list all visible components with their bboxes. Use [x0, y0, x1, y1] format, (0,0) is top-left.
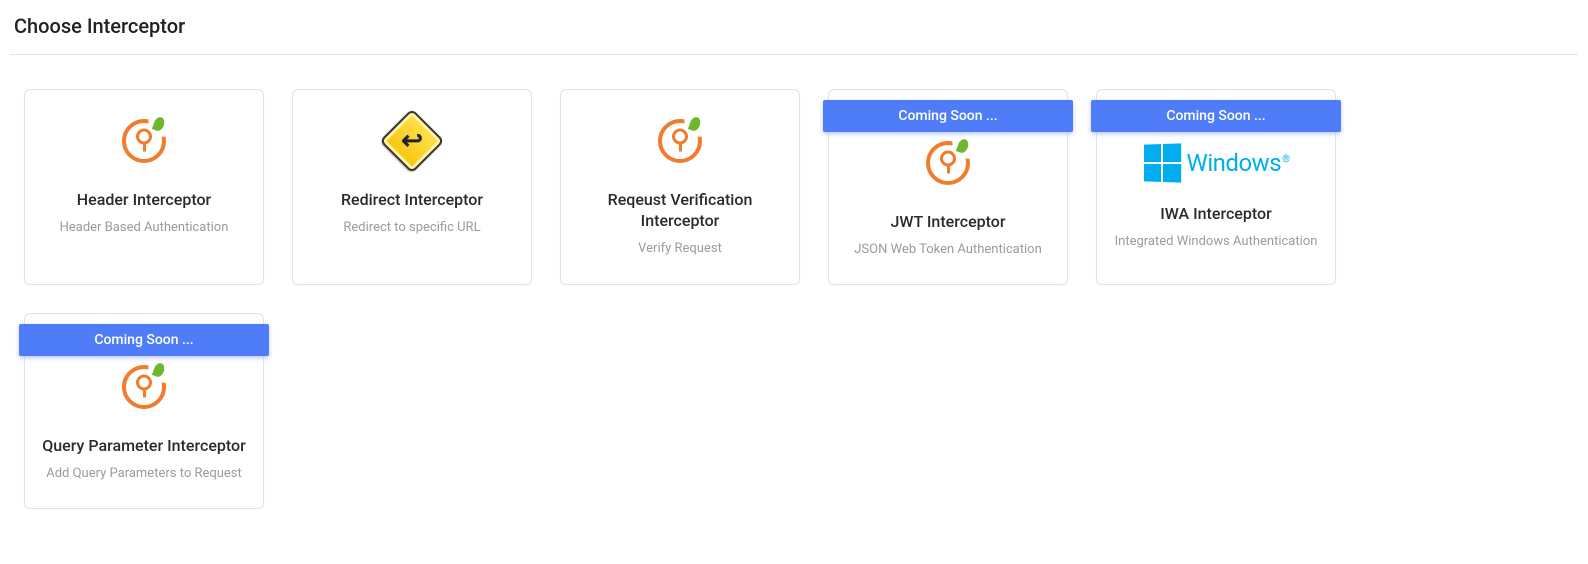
redirect-sign-icon: ↩: [387, 116, 437, 166]
card-title: Header Interceptor: [77, 190, 211, 211]
card-desc: Add Query Parameters to Request: [46, 465, 242, 483]
coming-soon-badge: Coming Soon ...: [19, 324, 269, 356]
coming-soon-badge: Coming Soon ...: [823, 100, 1073, 132]
card-desc: JSON Web Token Authentication: [854, 241, 1042, 259]
page-title: Choose Interceptor: [14, 14, 1574, 38]
card-title: Redirect Interceptor: [341, 190, 483, 211]
lock-ring-icon: [119, 116, 169, 166]
lock-ring-icon: [655, 116, 705, 166]
windows-label: Windows: [1187, 149, 1282, 177]
card-jwt-interceptor[interactable]: Coming Soon ... JWT Interceptor JSON Web…: [828, 89, 1068, 285]
card-desc: Redirect to specific URL: [343, 219, 480, 237]
card-title: Query Parameter Interceptor: [42, 436, 246, 457]
card-title: Reqeust Verification Interceptor: [575, 190, 785, 232]
card-redirect-interceptor[interactable]: ↩ Redirect Interceptor Redirect to speci…: [292, 89, 532, 285]
coming-soon-badge: Coming Soon ...: [1091, 100, 1341, 132]
card-title: IWA Interceptor: [1160, 204, 1272, 225]
card-request-verification-interceptor[interactable]: Reqeust Verification Interceptor Verify …: [560, 89, 800, 285]
card-desc: Header Based Authentication: [60, 219, 229, 237]
card-query-parameter-interceptor[interactable]: Coming Soon ... Query Parameter Intercep…: [24, 313, 264, 509]
card-iwa-interceptor[interactable]: Coming Soon ... Windows® IWA Interceptor…: [1096, 89, 1336, 285]
windows-reg-mark: ®: [1282, 154, 1289, 165]
lock-ring-icon: [923, 138, 973, 188]
card-desc: Integrated Windows Authentication: [1115, 233, 1318, 251]
interceptor-grid: Header Interceptor Header Based Authenti…: [10, 89, 1578, 509]
divider: [10, 54, 1578, 55]
card-title: JWT Interceptor: [890, 212, 1005, 233]
windows-logo-icon: Windows®: [1126, 138, 1306, 188]
card-header-interceptor[interactable]: Header Interceptor Header Based Authenti…: [24, 89, 264, 285]
lock-ring-icon: [119, 362, 169, 412]
card-desc: Verify Request: [638, 240, 722, 258]
